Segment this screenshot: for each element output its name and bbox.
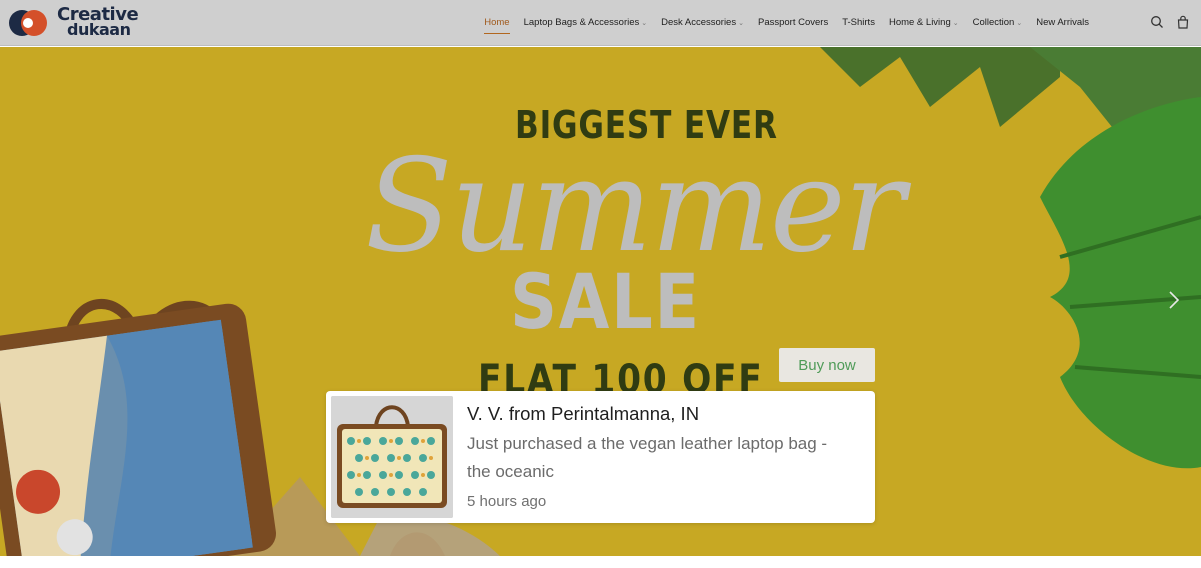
laptop-bag-image xyxy=(331,396,453,518)
nav-item-label: T-Shirts xyxy=(842,16,875,28)
nav-item-home-living[interactable]: Home & Living ⌄ xyxy=(889,17,959,28)
nav-item-desk-accessories[interactable]: Desk Accessories ⌄ xyxy=(661,17,744,28)
hero-sale-title: SALE xyxy=(510,257,701,346)
buy-now-button[interactable]: Buy now xyxy=(779,348,875,382)
nav-item-label: Collection xyxy=(972,16,1015,28)
customer-name: V. V. from Perintalmanna, IN xyxy=(467,403,700,424)
chevron-down-icon: ⌄ xyxy=(952,20,959,27)
chevron-down-icon: ⌄ xyxy=(738,20,744,27)
chevron-down-icon: ⌄ xyxy=(641,20,648,27)
logo-icon xyxy=(9,10,47,36)
nav-item-new-arrivals[interactable]: New Arrivals xyxy=(1036,17,1089,28)
product-image xyxy=(331,396,453,518)
chevron-right-icon[interactable] xyxy=(1164,287,1184,313)
nav-item-label: Home & Living xyxy=(888,16,951,28)
purchase-message: Just purchased a the vegan leather lapto… xyxy=(467,434,828,481)
site-header: Creative dukaan Home Laptop Bags & Acces… xyxy=(0,0,1201,46)
main-nav: Home Laptop Bags & Accessories ⌄ Desk Ac… xyxy=(470,14,1089,34)
logo-text-dukaan: dukaan xyxy=(67,20,131,39)
purchase-timestamp: 5 hours ago xyxy=(467,493,547,510)
recent-purchase-popup[interactable]: V. V. from Perintalmanna, IN Just purcha… xyxy=(326,391,875,523)
search-icon[interactable] xyxy=(1150,15,1164,29)
nav-item-t-shirts[interactable]: T-Shirts xyxy=(842,17,875,28)
shopping-bag-icon[interactable] xyxy=(1176,15,1190,29)
logo[interactable]: Creative dukaan xyxy=(9,6,139,40)
chevron-down-icon: ⌄ xyxy=(1016,20,1023,27)
nav-item-label: Home xyxy=(484,16,510,28)
nav-item-label: Passport Covers xyxy=(757,16,829,28)
nav-item-passport-covers[interactable]: Passport Covers xyxy=(758,17,828,28)
nav-item-home[interactable]: Home xyxy=(484,16,510,34)
nav-item-label: Desk Accessories xyxy=(661,16,737,28)
nav-item-label: Laptop Bags & Accessories xyxy=(523,16,640,28)
nav-item-laptop-bags[interactable]: Laptop Bags & Accessories ⌄ xyxy=(524,17,648,28)
nav-item-label: New Arrivals xyxy=(1036,16,1089,28)
nav-item-collection[interactable]: Collection ⌄ xyxy=(973,17,1023,28)
